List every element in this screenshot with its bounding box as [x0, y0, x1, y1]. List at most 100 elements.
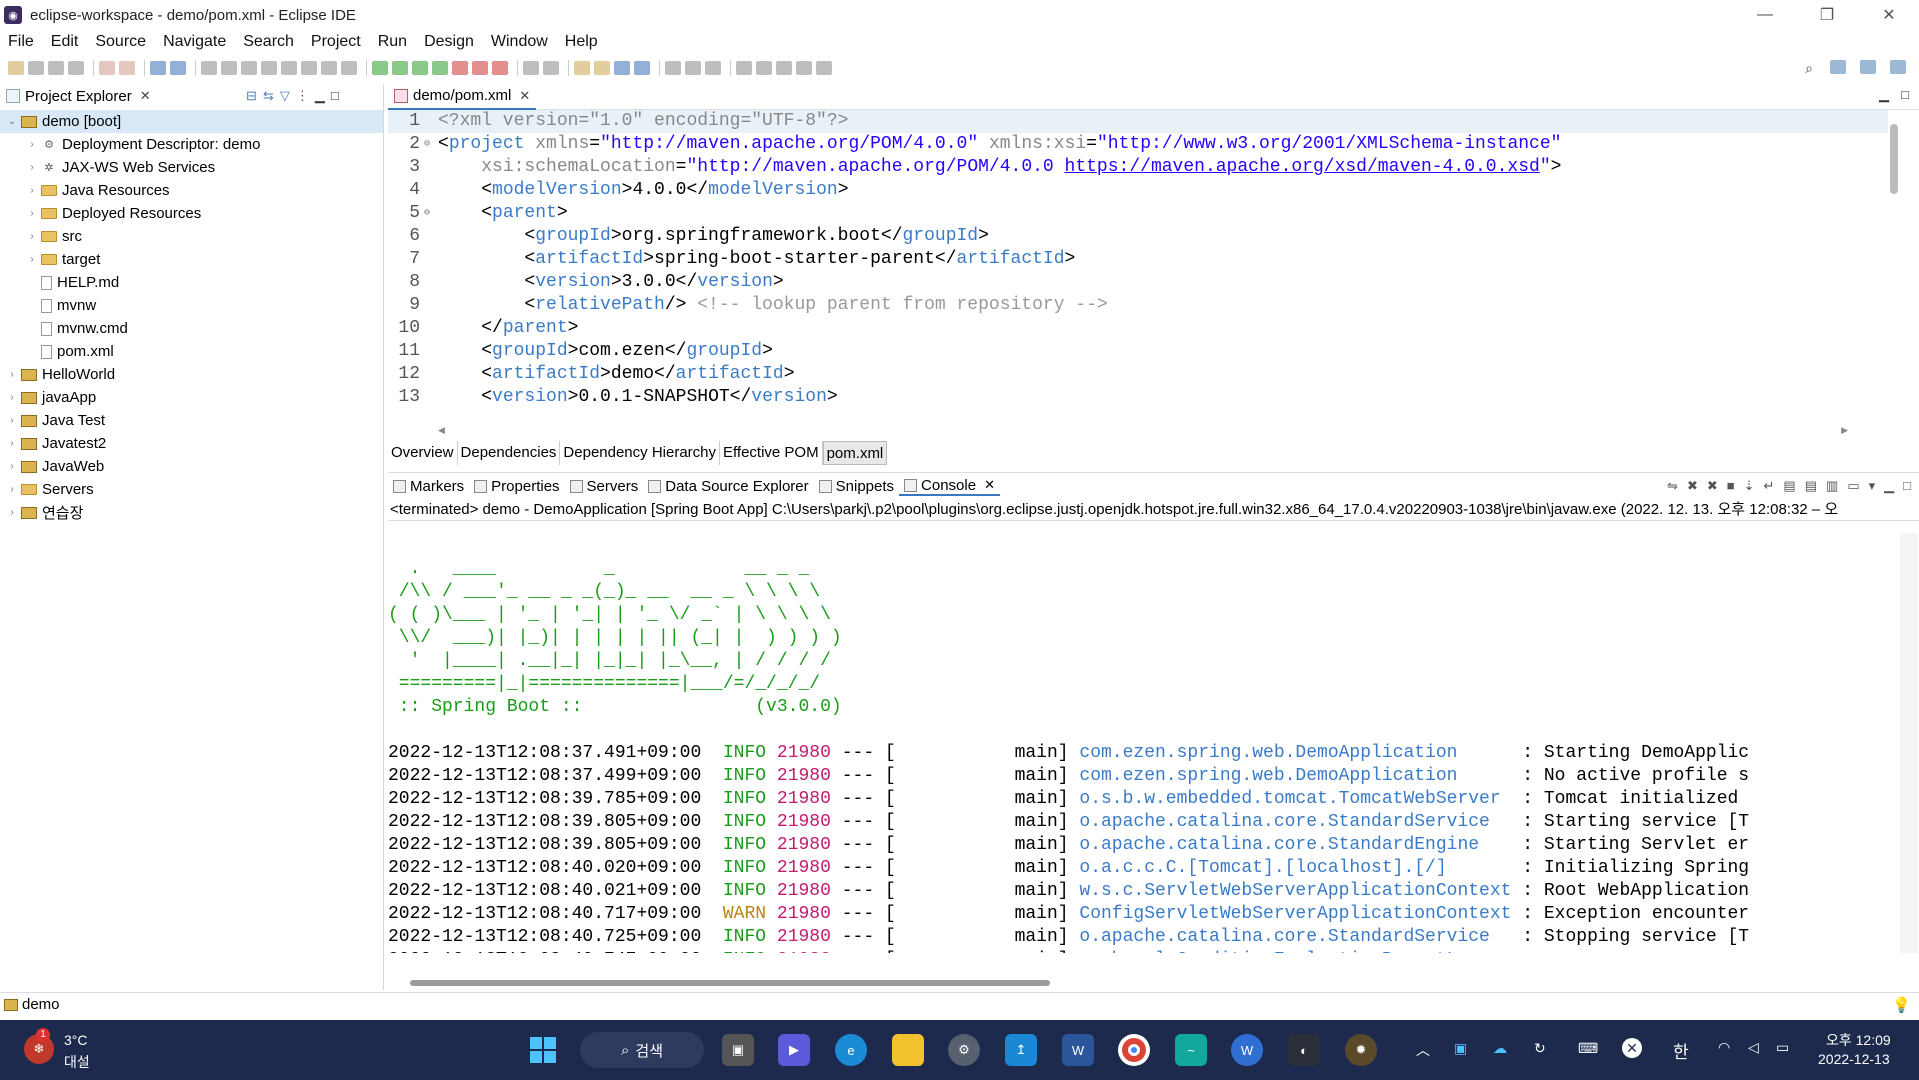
fold-toggle-icon[interactable]: ⊖	[424, 133, 434, 156]
prev-annotation-icon[interactable]	[685, 61, 701, 75]
keyboard-icon[interactable]: ⌨	[1578, 1040, 1598, 1057]
word-icon[interactable]: W	[1062, 1034, 1094, 1066]
chevron-right-icon[interactable]: ›	[26, 139, 38, 150]
edge-icon[interactable]: e	[835, 1034, 867, 1066]
chevron-right-icon[interactable]: ›	[6, 415, 18, 426]
last-edit-icon[interactable]	[776, 61, 792, 75]
menu-search[interactable]: Search	[243, 33, 294, 51]
external-run-icon[interactable]	[492, 61, 508, 75]
next-annotation-icon[interactable]	[705, 61, 721, 75]
tab-properties[interactable]: Properties	[469, 478, 564, 495]
tree-item[interactable]: › ⚙ Deployment Descriptor: demo	[0, 133, 383, 156]
close-tab-icon[interactable]: ✕	[140, 88, 151, 104]
chevron-right-icon[interactable]: ›	[6, 369, 18, 380]
skip-icon[interactable]	[201, 61, 217, 75]
maximize-view-icon[interactable]: □	[331, 88, 339, 104]
clock-date[interactable]: 2022-12-13	[1818, 1051, 1890, 1067]
link-with-editor-icon[interactable]: ⇆	[263, 88, 274, 104]
minimize-view-icon[interactable]: ▁	[1884, 478, 1894, 494]
code-line[interactable]: 12 <artifactId>demo</artifactId>	[388, 363, 1888, 386]
tree-item[interactable]: › Java Resources	[0, 179, 383, 202]
code-line[interactable]: 9 <relativePath/> <!-- lookup parent fro…	[388, 294, 1888, 317]
chevron-right-icon[interactable]: ›	[26, 162, 38, 173]
server-start-icon[interactable]	[472, 61, 488, 75]
debug-icon[interactable]	[372, 61, 388, 75]
server-stop-icon[interactable]	[452, 61, 468, 75]
word-wrap-icon[interactable]: ↵	[1764, 478, 1775, 494]
maximize-editor-icon[interactable]: □	[1901, 87, 1909, 103]
code-line[interactable]: 5 ⊖ <parent>	[388, 202, 1888, 225]
pom-tab-pom-xml[interactable]: pom.xml	[822, 441, 888, 465]
editor-hscrollbar[interactable]: ◀ ▶	[388, 424, 1898, 436]
weather-temp[interactable]: 3°C	[64, 1032, 88, 1048]
tab-console[interactable]: Console ✕	[899, 477, 1000, 496]
tree-item[interactable]: mvnw	[0, 294, 383, 317]
tray-app-icon[interactable]: ▣	[1454, 1040, 1467, 1057]
onedrive-icon[interactable]: ☁	[1493, 1040, 1507, 1057]
new-package-icon[interactable]	[543, 61, 559, 75]
menu-navigate[interactable]: Navigate	[163, 33, 226, 51]
tab-snippets[interactable]: Snippets	[814, 478, 899, 495]
perspective-debug-icon[interactable]	[1860, 60, 1876, 74]
external-tools-icon[interactable]	[432, 61, 448, 75]
undo-icon[interactable]	[99, 61, 115, 75]
close-editor-tab-icon[interactable]: ✕	[519, 88, 530, 104]
tree-project[interactable]: › javaApp	[0, 386, 383, 409]
taskbar-search[interactable]: ⌕ 검색	[580, 1032, 704, 1068]
save-all-icon[interactable]	[48, 61, 64, 75]
back-icon[interactable]	[736, 61, 752, 75]
resume-icon[interactable]	[241, 61, 257, 75]
tab-project-explorer[interactable]: Project Explorer ✕	[0, 84, 157, 110]
app-icon-w[interactable]: W	[1231, 1034, 1263, 1066]
show-on-stdout-icon[interactable]: ▤	[1783, 478, 1795, 494]
redo-icon[interactable]	[119, 61, 135, 75]
teams-chat-icon[interactable]: ▶	[778, 1034, 810, 1066]
restore-button[interactable]: ❐	[1797, 0, 1857, 30]
code-line[interactable]: 10 </parent>	[388, 317, 1888, 340]
chrome-icon[interactable]	[1118, 1034, 1150, 1066]
pin-icon[interactable]	[796, 61, 812, 75]
editor-vscroll-thumb[interactable]	[1890, 124, 1898, 194]
settings-icon[interactable]: ⚙	[948, 1034, 980, 1066]
chevron-right-icon[interactable]: ›	[26, 231, 38, 242]
weather-desc[interactable]: 대설	[64, 1052, 90, 1072]
display-console-icon[interactable]: ▭	[1847, 478, 1859, 494]
pom-tab-dependency-hierarchy[interactable]: Dependency Hierarchy	[560, 441, 720, 465]
tree-item[interactable]: mvnw.cmd	[0, 317, 383, 340]
chevron-right-icon[interactable]: ›	[6, 392, 18, 403]
app-icon-gear[interactable]: ✹	[1345, 1034, 1377, 1066]
pom-tab-overview[interactable]: Overview	[388, 441, 458, 465]
web-browser-icon[interactable]	[614, 61, 630, 75]
search-icon[interactable]: ⌕	[1800, 60, 1818, 76]
filter-icon[interactable]: ▽	[280, 88, 290, 104]
pin-console-icon[interactable]: ⇋	[1667, 478, 1678, 494]
console-view-menu-icon[interactable]: ▾	[1869, 478, 1876, 494]
tree-project[interactable]: › JavaWeb	[0, 455, 383, 478]
scroll-lock-icon[interactable]: ⇣	[1744, 478, 1755, 494]
menu-help[interactable]: Help	[565, 33, 598, 51]
clock-time[interactable]: 오후 12:09	[1826, 1030, 1891, 1050]
menu-window[interactable]: Window	[491, 33, 548, 51]
sync-icon[interactable]: ↻	[1534, 1040, 1546, 1057]
show-on-stderr-icon[interactable]: ▤	[1805, 478, 1817, 494]
minimize-editor-icon[interactable]: ▁	[1879, 87, 1889, 103]
pom-tab-effective-pom[interactable]: Effective POM	[720, 441, 823, 465]
close-console-icon[interactable]: ✕	[984, 477, 995, 493]
eclipse-taskbar-icon[interactable]: ◐	[1288, 1034, 1320, 1066]
search-icon[interactable]	[594, 61, 610, 75]
deploy-icon[interactable]	[634, 61, 650, 75]
tray-close-icon[interactable]: ✕	[1622, 1038, 1642, 1058]
pom-tab-dependencies[interactable]: Dependencies	[458, 441, 561, 465]
chevron-right-icon[interactable]: ›	[6, 507, 18, 518]
tree-project[interactable]: ⌄ demo [boot]	[0, 110, 383, 133]
fold-toggle-icon[interactable]: ⊖	[424, 202, 434, 225]
tab-servers[interactable]: Servers	[565, 478, 644, 495]
open-console-icon[interactable]: ▥	[1826, 478, 1838, 494]
console-output[interactable]: . ____ _ __ _ _ /\\ / ___'_ __ _ _(_)_ _…	[388, 533, 1900, 953]
console-hscroll-thumb[interactable]	[410, 980, 1050, 986]
tree-project[interactable]: › Java Test	[0, 409, 383, 432]
step-over-icon[interactable]	[321, 61, 337, 75]
tab-pom-xml[interactable]: demo/pom.xml ✕	[388, 83, 537, 110]
tree-item[interactable]: › src	[0, 225, 383, 248]
maximize-view-icon[interactable]: □	[1903, 478, 1911, 494]
